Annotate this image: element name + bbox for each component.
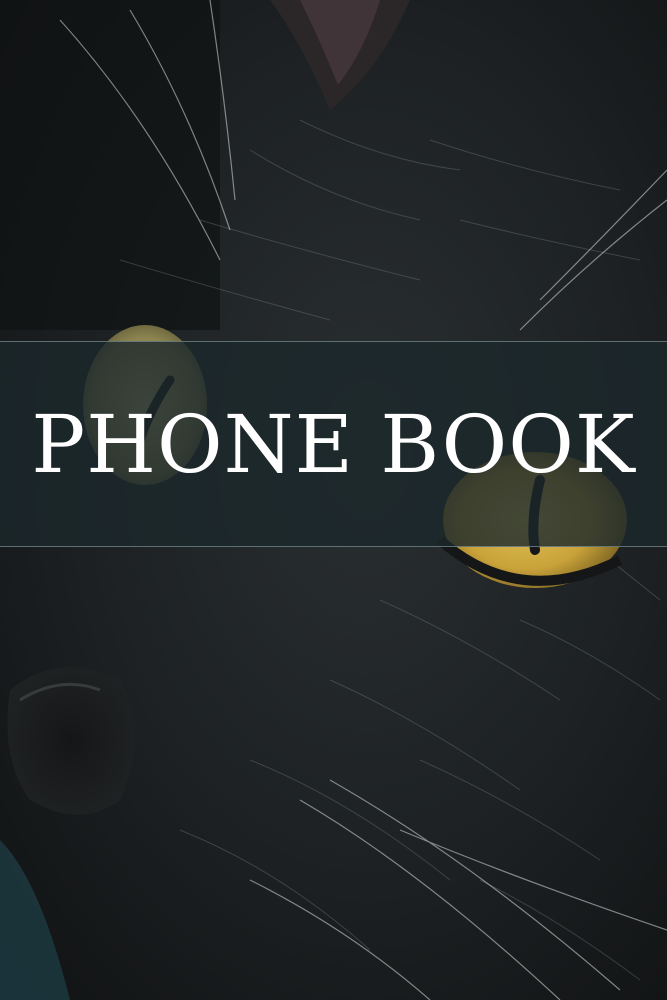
book-title: PHONE BOOK (31, 398, 636, 491)
book-cover: PHONE BOOK (0, 0, 667, 1000)
dark-corner-top-left (0, 0, 220, 330)
cat-nose (7, 667, 135, 815)
